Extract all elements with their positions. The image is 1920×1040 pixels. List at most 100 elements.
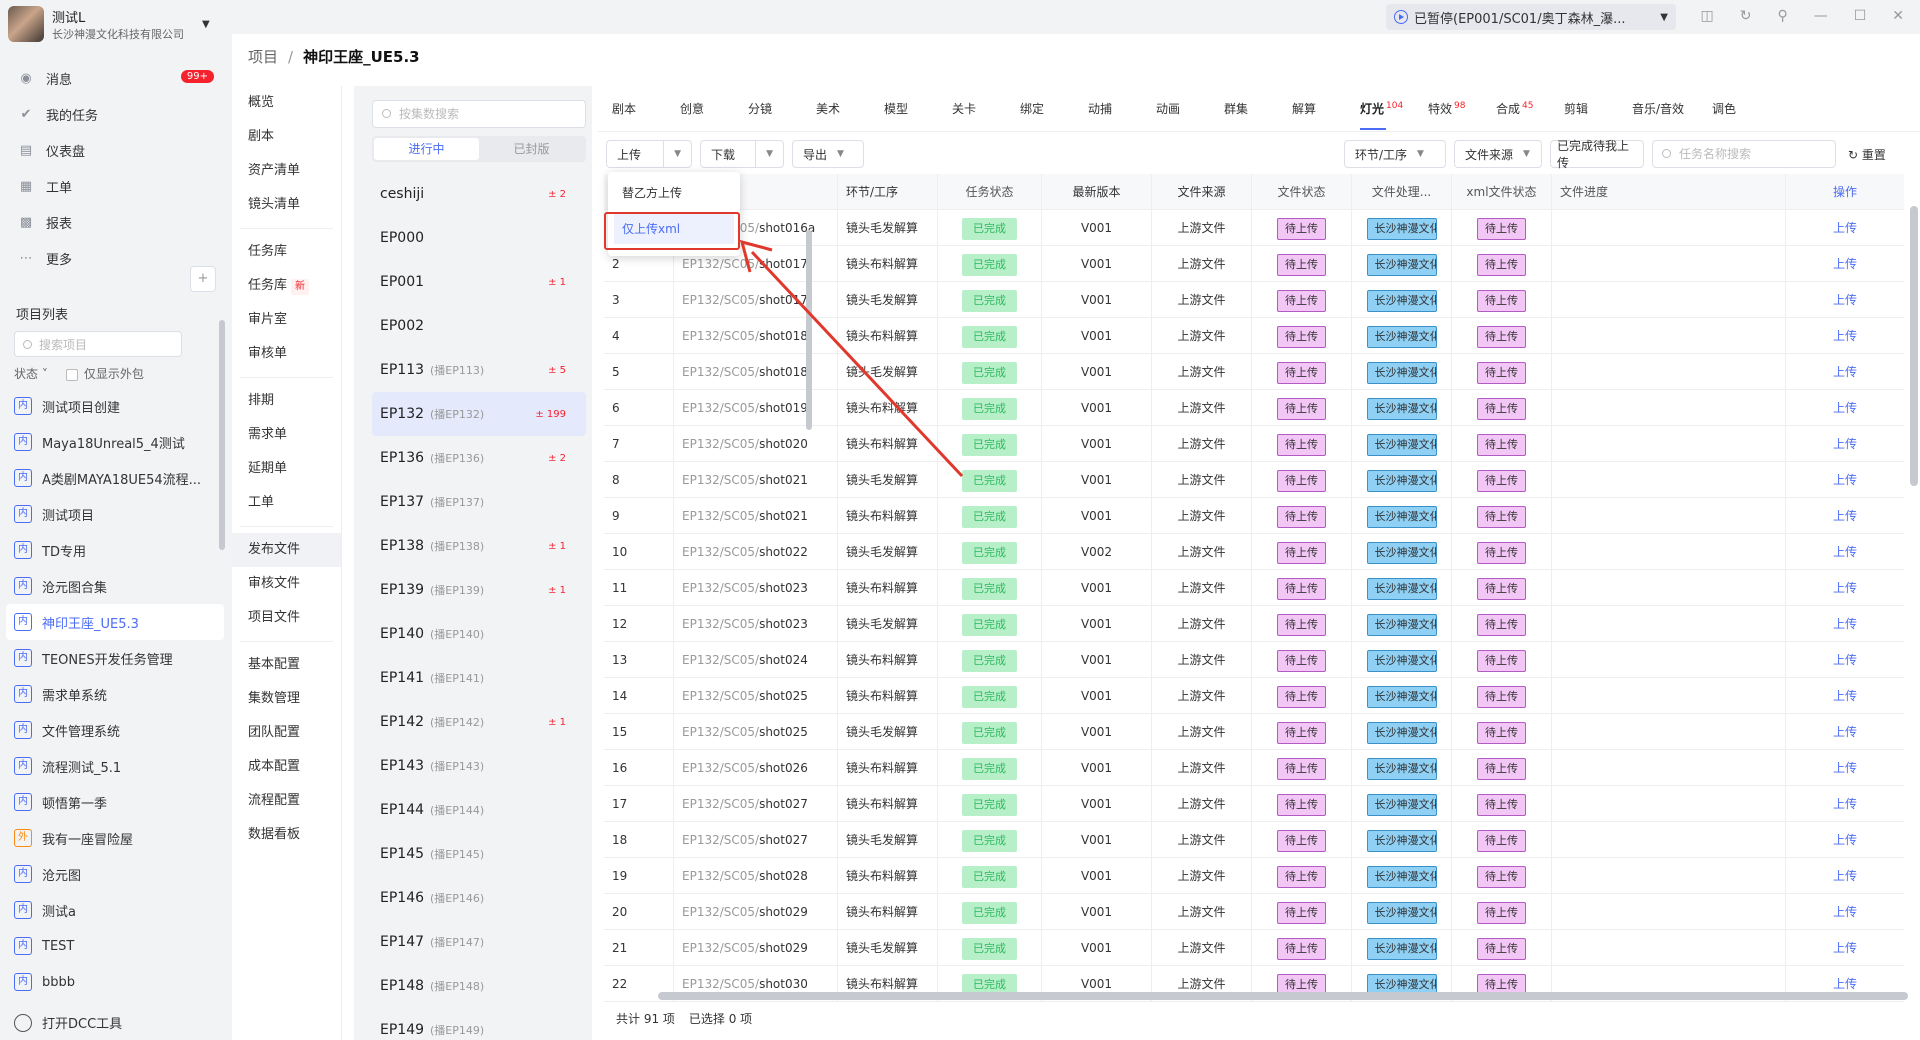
tab-dept[interactable]: 模型 bbox=[884, 100, 952, 117]
camera-icon[interactable]: ◫ bbox=[1700, 8, 1713, 24]
upload-link[interactable]: 上传 bbox=[1786, 858, 1904, 894]
table-row[interactable]: 6 EP132/SC05/shot019 镜头布料解算 已完成 V001 上游文件 待上传长… bbox=[604, 390, 1904, 426]
tab-dept[interactable]: 特效 98 bbox=[1428, 100, 1496, 117]
submenu-item[interactable]: 任务库 bbox=[232, 235, 341, 269]
episode-item[interactable]: EP000 bbox=[372, 216, 586, 260]
add-project-button[interactable]: + bbox=[190, 266, 216, 292]
upload-link[interactable]: 上传 bbox=[1786, 786, 1904, 822]
upload-link[interactable]: 上传 bbox=[1786, 210, 1904, 246]
submenu-item[interactable]: 流程配置 bbox=[232, 784, 341, 818]
episode-item[interactable]: EP147 (播EP147) bbox=[372, 920, 586, 964]
submenu-item[interactable]: 需求单 bbox=[232, 418, 341, 452]
upload-link[interactable]: 上传 bbox=[1786, 282, 1904, 318]
project-item[interactable]: 内沧元图合集 bbox=[0, 568, 210, 604]
tab-dept[interactable]: 分镜 bbox=[748, 100, 816, 117]
submenu-item[interactable]: 团队配置 bbox=[232, 716, 341, 750]
submenu-item[interactable]: 项目文件 bbox=[232, 601, 341, 635]
status-filter[interactable]: 状态 ˅ bbox=[14, 365, 48, 382]
maximize-icon[interactable]: ☐ bbox=[1854, 8, 1867, 24]
project-item[interactable]: 内需求单系统 bbox=[0, 676, 210, 712]
tab-dept[interactable]: 关卡 bbox=[952, 100, 1020, 117]
done-waiting-filter[interactable]: 已完成待我上传 bbox=[1550, 139, 1644, 170]
episode-item[interactable]: EP002 bbox=[372, 304, 586, 348]
project-item[interactable]: 内神印王座_UE5.3 bbox=[6, 604, 224, 640]
tab-dept[interactable]: 创意 bbox=[680, 100, 748, 117]
upload-link[interactable]: 上传 bbox=[1786, 390, 1904, 426]
table-row[interactable]: 19 EP132/SC05/shot028 镜头布料解算 已完成 V001 上游文件 待上传… bbox=[604, 858, 1904, 894]
table-row[interactable]: 18 EP132/SC05/shot027 镜头毛发解算 已完成 V001 上游文件 待上传… bbox=[604, 822, 1904, 858]
user-profile[interactable]: 测试L 长沙神漫文化科技有限公司 ▼ bbox=[8, 6, 210, 42]
submenu-item[interactable]: 发布文件 bbox=[232, 533, 341, 567]
episode-item[interactable]: EP140 (播EP140) bbox=[372, 612, 586, 656]
table-row[interactable]: 11 EP132/SC05/shot023 镜头布料解算 已完成 V001 上游文件 待上传… bbox=[604, 570, 1904, 606]
tab-dept[interactable]: 解算 bbox=[1292, 100, 1360, 117]
table-row[interactable]: 13 EP132/SC05/shot024 镜头布料解算 已完成 V001 上游文件 待上传… bbox=[604, 642, 1904, 678]
project-item[interactable]: 外我有一座冒险屋 bbox=[0, 820, 210, 856]
export-button[interactable]: 导出 ▼ bbox=[792, 140, 864, 168]
upload-link[interactable]: 上传 bbox=[1786, 678, 1904, 714]
refresh-icon[interactable]: ↻ bbox=[1740, 8, 1752, 24]
pin-icon[interactable]: ⚲ bbox=[1777, 8, 1787, 24]
episode-item[interactable]: EP137 (播EP137) bbox=[372, 480, 586, 524]
project-item[interactable]: 内 A类剧MAYA18UE54流程... bbox=[0, 460, 210, 496]
task-search-input[interactable]: 任务名称搜索 bbox=[1652, 140, 1836, 168]
nav-item-2[interactable]: ▤ 仪表盘 bbox=[0, 132, 232, 168]
avatar[interactable] bbox=[8, 6, 44, 42]
submenu-item[interactable]: 延期单 bbox=[232, 452, 341, 486]
table-row[interactable]: 12 EP132/SC05/shot023 镜头毛发解算 已完成 V001 上游文件 待上传… bbox=[604, 606, 1904, 642]
table-row[interactable]: 3 EP132/SC05/shot017 镜头毛发解算 已完成 V001 上游文件 待上传长… bbox=[604, 282, 1904, 318]
project-item[interactable]: 内文件管理系统 bbox=[0, 712, 210, 748]
table-row[interactable]: 2 EP132/SC05/shot017 镜头布料解算 已完成 V001 上游文件 待上传长… bbox=[604, 246, 1904, 282]
tab-dept[interactable]: 美术 bbox=[816, 100, 884, 117]
project-search-input[interactable]: 搜索项目 bbox=[14, 331, 182, 357]
upload-link[interactable]: 上传 bbox=[1786, 642, 1904, 678]
table-row[interactable]: 7 EP132/SC05/shot020 镜头布料解算 已完成 V001 上游文件 待上传长… bbox=[604, 426, 1904, 462]
nav-item-1[interactable]: ✔ 我的任务 bbox=[0, 96, 232, 132]
tab-dept[interactable]: 群集 bbox=[1224, 100, 1292, 117]
table-row[interactable]: 8 EP132/SC05/shot021 镜头毛发解算 已完成 V001 上游文件 待上传长… bbox=[604, 462, 1904, 498]
episode-item[interactable]: EP146 (播EP146) bbox=[372, 876, 586, 920]
episode-search-input[interactable]: 按集数搜索 bbox=[372, 100, 586, 128]
upload-link[interactable]: 上传 bbox=[1786, 246, 1904, 282]
breadcrumb-root[interactable]: 项目 bbox=[248, 46, 278, 67]
submenu-item[interactable]: 概览 bbox=[232, 86, 341, 120]
project-item[interactable]: 内测试a bbox=[0, 892, 210, 928]
submenu-item[interactable]: 排期 bbox=[232, 384, 341, 418]
submenu-item[interactable]: 审核文件 bbox=[232, 567, 341, 601]
paused-task-selector[interactable]: 已暂停(EP001/SC01/奥丁森林_瀑... ▼ bbox=[1386, 4, 1676, 30]
project-item[interactable]: 内测试项目 bbox=[0, 496, 210, 532]
tab-closed[interactable]: 已封版 bbox=[479, 138, 584, 160]
episode-item[interactable]: EP148 (播EP148) bbox=[372, 964, 586, 1008]
reset-button[interactable]: ↻ 重置 bbox=[1848, 146, 1886, 163]
submenu-item[interactable]: 审片室 bbox=[232, 303, 341, 337]
tab-dept[interactable]: 绑定 bbox=[1020, 100, 1088, 117]
sidebar-scrollbar[interactable] bbox=[219, 320, 225, 550]
submenu-item[interactable]: 成本配置 bbox=[232, 750, 341, 784]
upload-link[interactable]: 上传 bbox=[1786, 894, 1904, 930]
episode-item[interactable]: EP132 (播EP132) ± 199 bbox=[372, 392, 586, 436]
episode-item[interactable]: EP139 (播EP139) ± 1 bbox=[372, 568, 586, 612]
table-row[interactable]: 15 EP132/SC05/shot025 镜头毛发解算 已完成 V001 上游文件 待上传… bbox=[604, 714, 1904, 750]
source-filter[interactable]: 文件来源 ▼ bbox=[1454, 140, 1542, 168]
submenu-item[interactable]: 任务库新 bbox=[232, 269, 341, 303]
table-row[interactable]: 10 EP132/SC05/shot022 镜头毛发解算 已完成 V002 上游文件 待上传… bbox=[604, 534, 1904, 570]
project-item[interactable]: 内 TD专用 bbox=[0, 532, 210, 568]
project-item[interactable]: 内 bbbb bbox=[0, 964, 210, 1000]
submenu-item[interactable]: 镜头清单 bbox=[232, 188, 341, 222]
chevron-down-icon[interactable]: ▼ bbox=[1660, 12, 1668, 23]
nav-item-4[interactable]: ▩ 报表 bbox=[0, 204, 232, 240]
table-horizontal-scrollbar[interactable] bbox=[658, 992, 1908, 1000]
project-item[interactable]: 内 TEST bbox=[0, 928, 210, 964]
episode-item[interactable]: EP142 (播EP142) ± 1 bbox=[372, 700, 586, 744]
tab-dept[interactable]: 合成 45 bbox=[1496, 100, 1564, 117]
minimize-icon[interactable]: — bbox=[1814, 8, 1828, 24]
episode-item[interactable]: EP138 (播EP138) ± 1 bbox=[372, 524, 586, 568]
checkbox[interactable] bbox=[65, 368, 78, 381]
upload-link[interactable]: 上传 bbox=[1786, 498, 1904, 534]
episode-item[interactable]: ceshiji ± 2 bbox=[372, 172, 586, 216]
project-item[interactable]: 内测试项目创建 bbox=[0, 388, 210, 424]
tab-dept[interactable]: 剧本 bbox=[612, 100, 680, 117]
table-row[interactable]: 14 EP132/SC05/shot025 镜头布料解算 已完成 V001 上游文件 待上传… bbox=[604, 678, 1904, 714]
download-button[interactable]: 下载 ▼ bbox=[700, 140, 784, 168]
project-item[interactable]: 内 Maya18Unreal5_4测试 bbox=[0, 424, 210, 460]
